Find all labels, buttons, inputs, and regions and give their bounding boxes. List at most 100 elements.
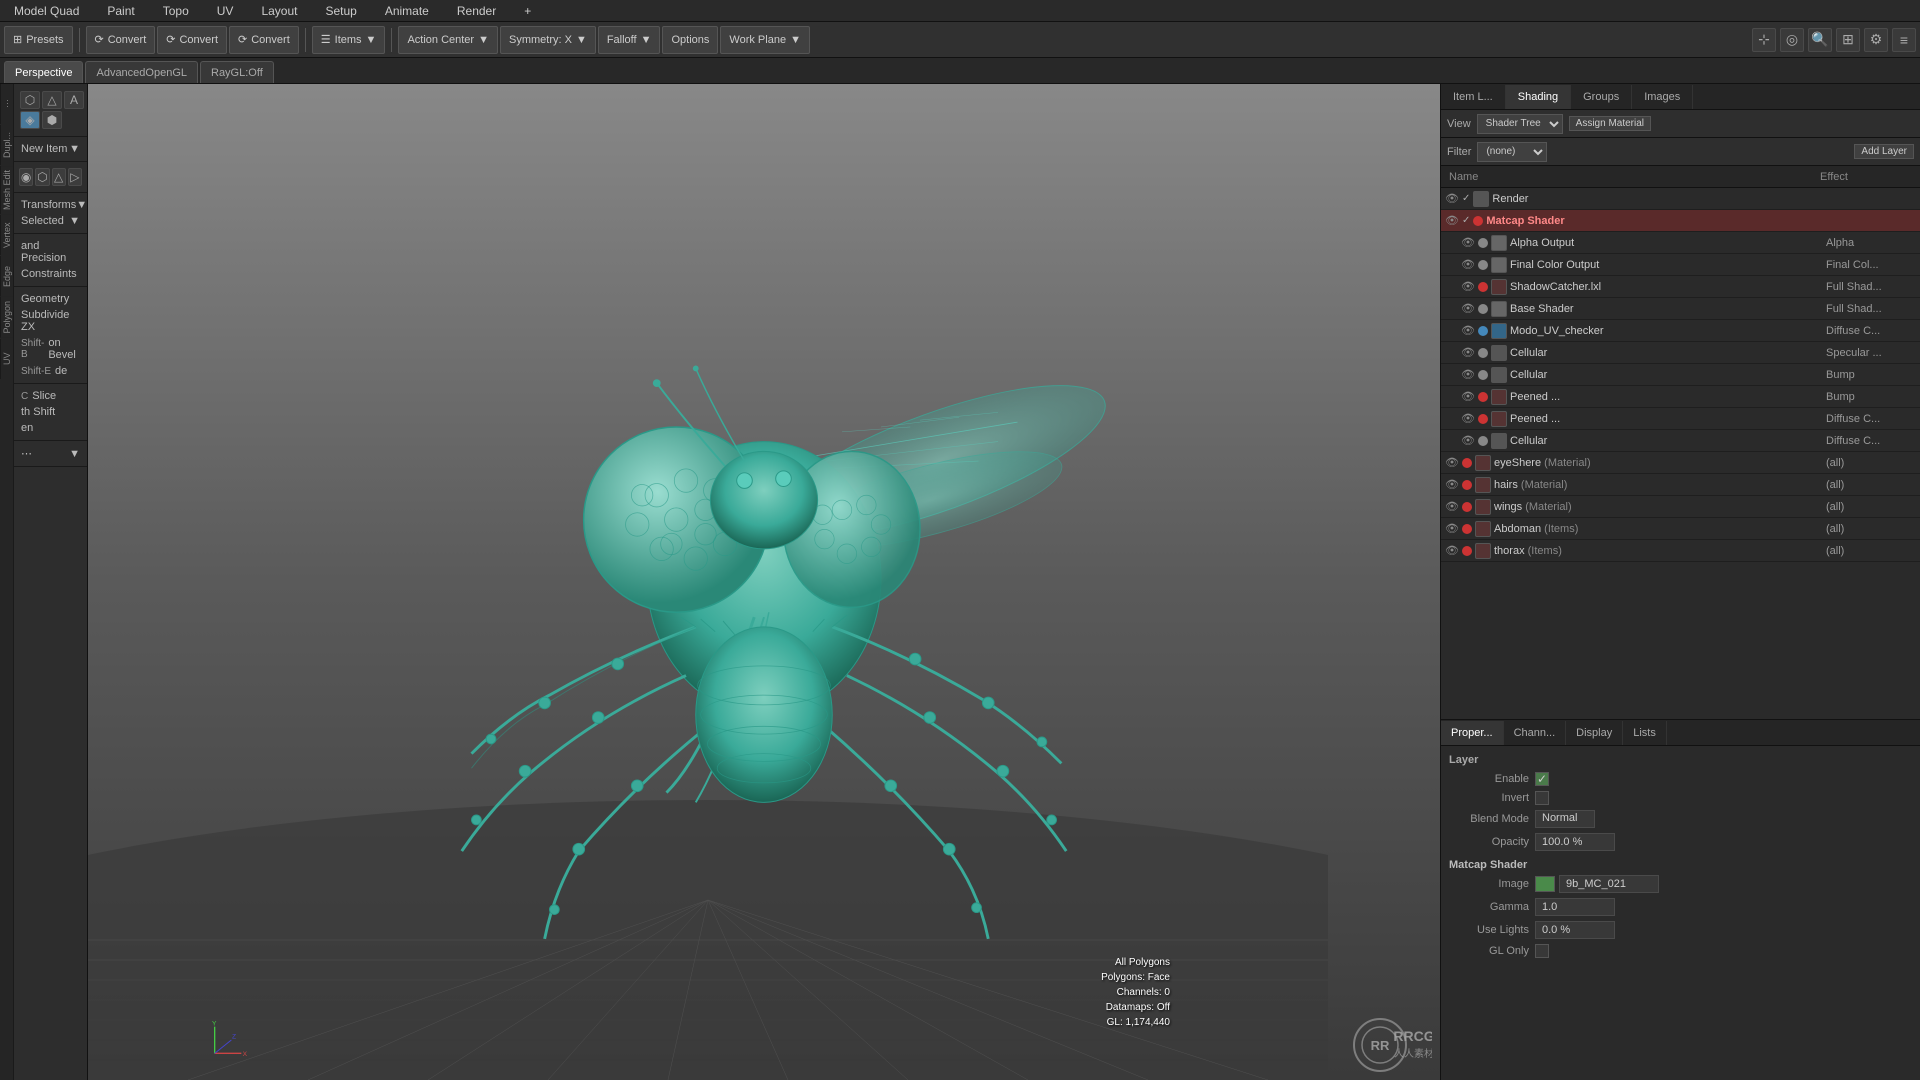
subdivide-item[interactable]: Subdivide ZX [17,307,84,335]
strip-label-dupl[interactable]: Dupl... [0,125,13,165]
menu-plus[interactable]: + [518,2,537,20]
prop-tab-lists[interactable]: Lists [1623,721,1667,745]
convert-btn-3[interactable]: ⟳ Convert [229,26,299,54]
eye-icon-9[interactable]: 👁 [1461,390,1475,404]
eye-icon-12[interactable]: 👁 [1445,456,1459,470]
presets-button[interactable]: ⊞ Presets [4,26,73,54]
slice-item[interactable]: C Slice [17,388,84,404]
eye-icon-8[interactable]: 👁 [1461,368,1475,382]
gamma-value[interactable]: 1.0 [1535,898,1615,916]
brush-tool[interactable]: △ [42,91,62,109]
icon-d[interactable]: ▷ [68,168,82,186]
menu-topo[interactable]: Topo [157,2,195,20]
view-icon-4[interactable]: ⊞ [1836,28,1860,52]
view-icon-2[interactable]: ◎ [1780,28,1804,52]
eye-icon-14[interactable]: 👁 [1445,500,1459,514]
shader-row-base[interactable]: 👁 Base Shader Full Shad... [1441,298,1920,320]
shader-row-cellular1[interactable]: 👁 Cellular Specular ... [1441,342,1920,364]
shader-row-peened2[interactable]: 👁 Peened ... Diffuse C... [1441,408,1920,430]
strip-label-vertex[interactable]: Vertex [0,215,13,255]
pen-tool[interactable]: A [64,91,84,109]
icon-c[interactable]: △ [52,168,66,186]
image-value[interactable]: 9b_MC_021 [1559,875,1659,893]
menu-paint[interactable]: Paint [101,2,140,20]
shader-row-final[interactable]: 👁 Final Color Output Final Col... [1441,254,1920,276]
selected-dropdown[interactable]: Selected ▼ [17,213,84,229]
tab-advanced-opengl[interactable]: AdvancedOpenGL [85,61,198,83]
opacity-value[interactable]: 100.0 % [1535,833,1615,851]
strip-label-polygon[interactable]: Polygon [0,297,13,338]
action-center-button[interactable]: Action Center ▼ [398,26,498,54]
eye-icon-15[interactable]: 👁 [1445,522,1459,536]
menu-layout[interactable]: Layout [255,2,303,20]
prop-tab-display[interactable]: Display [1566,721,1623,745]
menu-setup[interactable]: Setup [319,2,362,20]
view-icon-5[interactable]: ⚙ [1864,28,1888,52]
icon-b[interactable]: ⬡ [35,168,49,186]
select-tool[interactable]: ⬡ [20,91,40,109]
tab-ray-gl[interactable]: RayGL:Off [200,61,274,83]
eye-icon-16[interactable]: 👁 [1445,544,1459,558]
menu-model-quad[interactable]: Model Quad [8,2,85,20]
shader-row-render[interactable]: 👁 ✓ Render [1441,188,1920,210]
shader-row-cellular3[interactable]: 👁 Cellular Diffuse C... [1441,430,1920,452]
work-plane-button[interactable]: Work Plane ▼ [720,26,810,54]
en-item[interactable]: en [17,420,84,436]
items-button[interactable]: ☰ Items ▼ [312,26,386,54]
shader-row-thorax[interactable]: 👁 thorax (Items) (all) [1441,540,1920,562]
eye-icon-3[interactable]: 👁 [1461,258,1475,272]
shader-row-shadow[interactable]: 👁 ShadowCatcher.lxl Full Shad... [1441,276,1920,298]
de-item[interactable]: Shift-E de [17,363,84,379]
menu-render[interactable]: Render [451,2,502,20]
shader-row-eyeshere[interactable]: 👁 eyeShere (Material) (all) [1441,452,1920,474]
add-layer-btn[interactable]: Add Layer [1854,144,1914,159]
gl-only-checkbox[interactable] [1535,944,1549,958]
invert-checkbox[interactable] [1535,791,1549,805]
view-icon-6[interactable]: ≡ [1892,28,1916,52]
shader-row-hairs[interactable]: 👁 hairs (Material) (all) [1441,474,1920,496]
blend-mode-value[interactable]: Normal [1535,810,1595,828]
enable-checkbox[interactable]: ✓ [1535,772,1549,786]
use-lights-value[interactable]: 0.0 % [1535,921,1615,939]
symmetry-button[interactable]: Symmetry: X ▼ [500,26,596,54]
shader-row-abdoman[interactable]: 👁 Abdoman (Items) (all) [1441,518,1920,540]
eye-icon-2[interactable]: 👁 [1461,236,1475,250]
prop-tab-channels[interactable]: Chann... [1504,721,1567,745]
transforms-dropdown[interactable]: Transforms ▼ [17,197,84,213]
filter-select[interactable]: (none) [1477,142,1547,162]
strip-label-mesh[interactable]: Mesh Edit [0,166,13,214]
eye-icon-5[interactable]: 👁 [1461,302,1475,316]
strip-label-edge[interactable]: Edge [0,256,13,296]
tab-perspective[interactable]: Perspective [4,61,83,83]
eye-icon-1[interactable]: 👁 [1445,214,1459,228]
menu-animate[interactable]: Animate [379,2,435,20]
eye-icon-11[interactable]: 👁 [1461,434,1475,448]
eye-icon-7[interactable]: 👁 [1461,346,1475,360]
eye-icon-6[interactable]: 👁 [1461,324,1475,338]
shape-tool[interactable]: ⬢ [42,111,62,129]
shader-row-peened1[interactable]: 👁 Peened ... Bump [1441,386,1920,408]
prop-tab-properties[interactable]: Proper... [1441,721,1504,745]
menu-uv[interactable]: UV [211,2,240,20]
shader-row-cellular2[interactable]: 👁 Cellular Bump [1441,364,1920,386]
falloff-button[interactable]: Falloff ▼ [598,26,661,54]
view-icon-3[interactable]: 🔍 [1808,28,1832,52]
tab-groups[interactable]: Groups [1571,85,1632,109]
geometry-item[interactable]: Geometry [17,291,84,307]
tab-item-list[interactable]: Item L... [1441,85,1506,109]
assign-material-btn[interactable]: Assign Material [1569,116,1651,131]
new-item-dropdown[interactable]: New Item ▼ [17,141,84,157]
eye-icon-0[interactable]: 👁 [1445,192,1459,206]
eye-icon-4[interactable]: 👁 [1461,280,1475,294]
convert-btn-2[interactable]: ⟳ Convert [157,26,227,54]
view-icon-1[interactable]: ⊹ [1752,28,1776,52]
eye-icon-13[interactable]: 👁 [1445,478,1459,492]
shader-row-matcap[interactable]: 👁 ✓ Matcap Shader [1441,210,1920,232]
tab-shading[interactable]: Shading [1506,85,1571,109]
strip-label-1[interactable]: ⋯ [0,84,13,124]
constraints-item[interactable]: Constraints [17,266,84,282]
eye-icon-10[interactable]: 👁 [1461,412,1475,426]
shader-row-uv[interactable]: 👁 Modo_UV_checker Diffuse C... [1441,320,1920,342]
options-button[interactable]: Options [662,26,718,54]
image-color-swatch[interactable] [1535,876,1555,892]
